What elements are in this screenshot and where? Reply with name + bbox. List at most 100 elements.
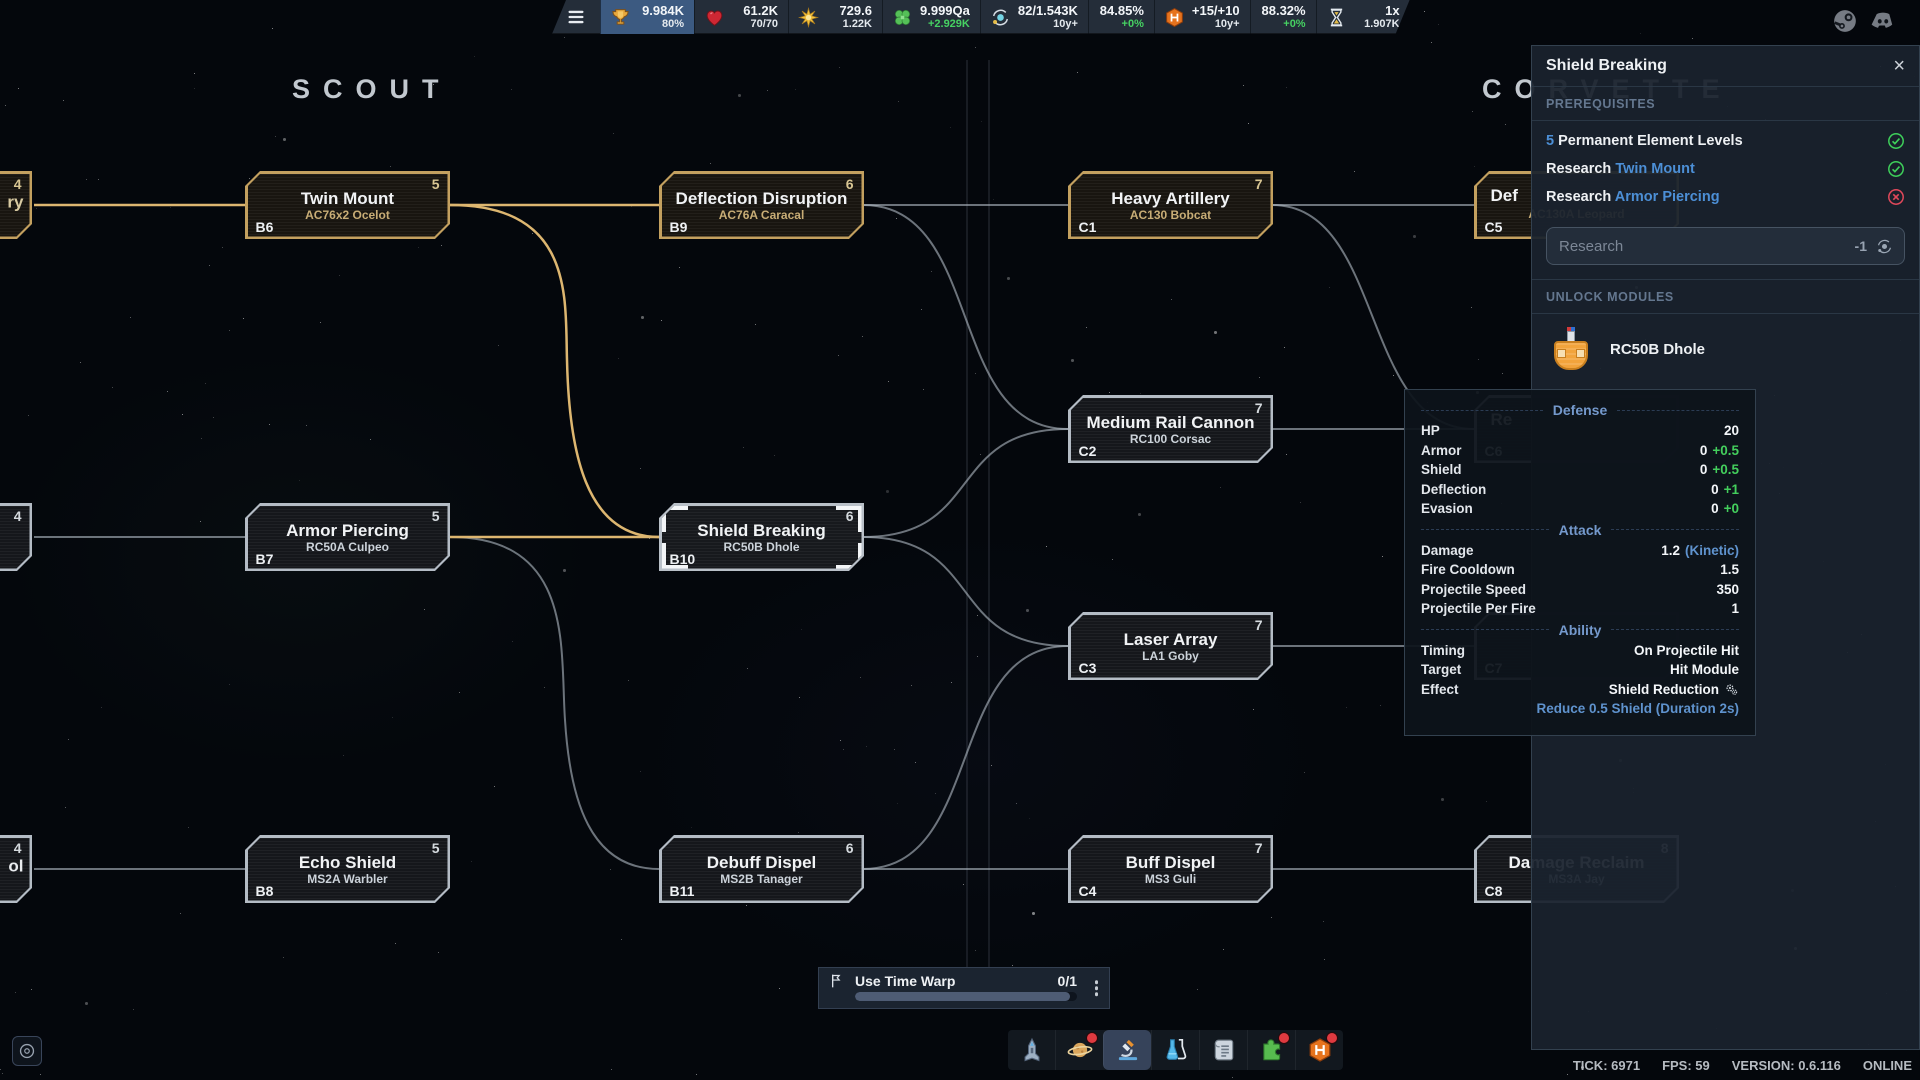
- node-code: B9: [670, 219, 688, 235]
- resource-trophy[interactable]: 9.984K80%: [600, 0, 694, 34]
- stat-value: Hit Module: [1670, 660, 1739, 680]
- toolbar-lab-button[interactable]: [1151, 1030, 1199, 1070]
- resource-value: 9.999Qa: [920, 3, 970, 18]
- kebab-menu-icon[interactable]: [1093, 978, 1101, 998]
- resource-subvalue: 80%: [638, 18, 684, 31]
- discord-icon[interactable]: [1870, 8, 1896, 34]
- node-title: ol: [8, 857, 23, 877]
- prereq-link[interactable]: 5: [1546, 133, 1558, 149]
- tech-node-b11[interactable]: Debuff DispelMS2B Tanager6B11: [659, 835, 864, 903]
- tech-node-c1[interactable]: Heavy ArtilleryAC130 Bobcat7C1: [1068, 171, 1273, 239]
- tech-node-b8[interactable]: Echo ShieldMS2A Warbler5B8: [245, 835, 450, 903]
- research-input-field[interactable]: [1557, 237, 1847, 256]
- stat-row: Damage1.2(Kinetic): [1421, 541, 1739, 561]
- stat-label: Projectile Per Fire: [1421, 599, 1536, 619]
- node-level-badge: 6: [846, 176, 854, 192]
- node-code: C8: [1485, 883, 1503, 899]
- node-title: Debuff Dispel: [707, 853, 817, 872]
- notification-dot: [1086, 1032, 1098, 1044]
- node-title: Deflection Disruption: [676, 189, 848, 208]
- stat-row: TimingOn Projectile Hit: [1421, 641, 1739, 661]
- resource-health[interactable]: 61.2K70/70: [694, 0, 788, 34]
- chat-button[interactable]: [12, 1036, 42, 1066]
- node-subtitle: AC76x2 Ocelot: [305, 208, 390, 222]
- node-code: C4: [1079, 883, 1097, 899]
- resource-element[interactable]: +15/+1010y+: [1154, 0, 1250, 34]
- node-title: Def: [1491, 186, 1518, 205]
- selection-bracket: [836, 543, 862, 569]
- stat-label: Effect: [1421, 680, 1459, 700]
- stat-row: Projectile Per Fire1: [1421, 599, 1739, 619]
- node-subtitle: RC100 Corsac: [1130, 432, 1211, 446]
- hex-h-icon: [1164, 7, 1185, 28]
- stat-row: Projectile Speed350: [1421, 580, 1739, 600]
- stat-row: Deflection0+1: [1421, 480, 1739, 500]
- steam-icon[interactable]: [1832, 8, 1858, 34]
- close-icon[interactable]: ×: [1893, 56, 1905, 76]
- prerequisites-list: 5 Permanent Element LevelsResearch Twin …: [1546, 121, 1905, 215]
- node-title: Shield Breaking: [697, 521, 825, 540]
- research-amount: -1: [1855, 238, 1867, 254]
- stat-row: Reduce 0.5 Shield (Duration 2s): [1421, 699, 1739, 719]
- resource-research[interactable]: 82/1.543K10y+: [980, 0, 1088, 34]
- status-bar: TICK: 6971 FPS: 59 VERSION: 0.6.116 ONLI…: [1573, 1058, 1912, 1073]
- prerequisite-item: 5 Permanent Element Levels: [1546, 127, 1905, 155]
- resource-value: 1x: [1354, 3, 1400, 18]
- toolbar-research-button[interactable]: [1103, 1030, 1151, 1070]
- panel-title: Shield Breaking: [1546, 57, 1667, 75]
- tech-node-c2[interactable]: Medium Rail CannonRC100 Corsac7C2: [1068, 395, 1273, 463]
- flasks-icon: [1163, 1037, 1189, 1063]
- module-railcannon-icon: [1548, 326, 1594, 372]
- node-level-badge: 7: [1255, 400, 1263, 416]
- research-input[interactable]: -1: [1546, 227, 1905, 265]
- hamburger-icon: [566, 7, 586, 27]
- resource-value: 88.32%: [1260, 3, 1306, 18]
- app-root: SCOUT CORVETTE Twin MountAC76x2 Ocelot5B…: [0, 0, 1920, 1080]
- node-code: C5: [1485, 219, 1503, 235]
- tech-node-b9[interactable]: Deflection DisruptionAC76A Caracal6B9: [659, 171, 864, 239]
- stat-value: 20: [1724, 421, 1739, 441]
- hourglass-icon: [1326, 7, 1347, 28]
- tech-node-b10[interactable]: Shield BreakingRC50B Dhole6B10: [659, 503, 864, 571]
- toolbar-elements-button[interactable]: [1295, 1030, 1343, 1070]
- resource-subvalue: +0%: [1098, 18, 1144, 31]
- tech-node-c3[interactable]: Laser ArrayLA1 Goby7C3: [1068, 612, 1273, 680]
- time-warp-label: Use Time Warp: [855, 973, 1048, 989]
- prereq-link[interactable]: Twin Mount: [1615, 161, 1694, 177]
- ship-icon: [1019, 1037, 1045, 1063]
- stat-value: Shield Reduction: [1609, 680, 1739, 700]
- toolbar-fleet-button[interactable]: [1008, 1030, 1055, 1070]
- resource-damage[interactable]: 729.61.22K: [788, 0, 882, 34]
- toolbar-log-button[interactable]: [1199, 1030, 1247, 1070]
- tech-node-b7[interactable]: Armor PiercingRC50A Culpeo5B7: [245, 503, 450, 571]
- resource-subvalue: +2.929K: [920, 18, 970, 31]
- selection-bracket: [836, 506, 862, 532]
- resource-research-pct[interactable]: 84.85%+0%: [1088, 0, 1154, 34]
- prerequisites-header: PREREQUISITES: [1546, 87, 1905, 120]
- node-code: C2: [1079, 443, 1097, 459]
- tech-node-c4[interactable]: Buff DispelMS3 Guli7C4: [1068, 835, 1273, 903]
- unlock-modules-header: UNLOCK MODULES: [1546, 280, 1905, 313]
- tech-node-b6[interactable]: Twin MountAC76x2 Ocelot5B6: [245, 171, 450, 239]
- tech-node-partial[interactable]: ol4: [0, 835, 32, 903]
- stats-section-header: Attack: [1421, 519, 1739, 541]
- toolbar-planet-button[interactable]: [1055, 1030, 1103, 1070]
- toolbar-modules-button[interactable]: [1247, 1030, 1295, 1070]
- time-warp-widget[interactable]: Use Time Warp 0/1: [818, 967, 1110, 1009]
- unlock-module-item[interactable]: RC50B Dhole: [1546, 314, 1905, 384]
- tech-node-partial[interactable]: ry4: [0, 171, 32, 239]
- prereq-link[interactable]: Armor Piercing: [1615, 189, 1720, 205]
- bottom-toolbar: [1008, 1030, 1343, 1070]
- node-title: Buff Dispel: [1126, 853, 1216, 872]
- resource-timewarp[interactable]: 1x1.907K: [1316, 0, 1410, 34]
- stat-value: 1.2(Kinetic): [1661, 541, 1739, 561]
- stat-value: 0+0.5: [1700, 460, 1739, 480]
- node-subtitle: MS3 Guli: [1145, 872, 1196, 886]
- node-level-badge: 5: [432, 840, 440, 856]
- tech-node-partial[interactable]: 4: [0, 503, 32, 571]
- version-label: VERSION: 0.6.116: [1732, 1058, 1841, 1073]
- resource-element-pct[interactable]: 88.32%+0%: [1250, 0, 1316, 34]
- stat-row: HP20: [1421, 421, 1739, 441]
- stat-value: 0+1: [1711, 480, 1739, 500]
- resource-resources[interactable]: 9.999Qa+2.929K: [882, 0, 980, 34]
